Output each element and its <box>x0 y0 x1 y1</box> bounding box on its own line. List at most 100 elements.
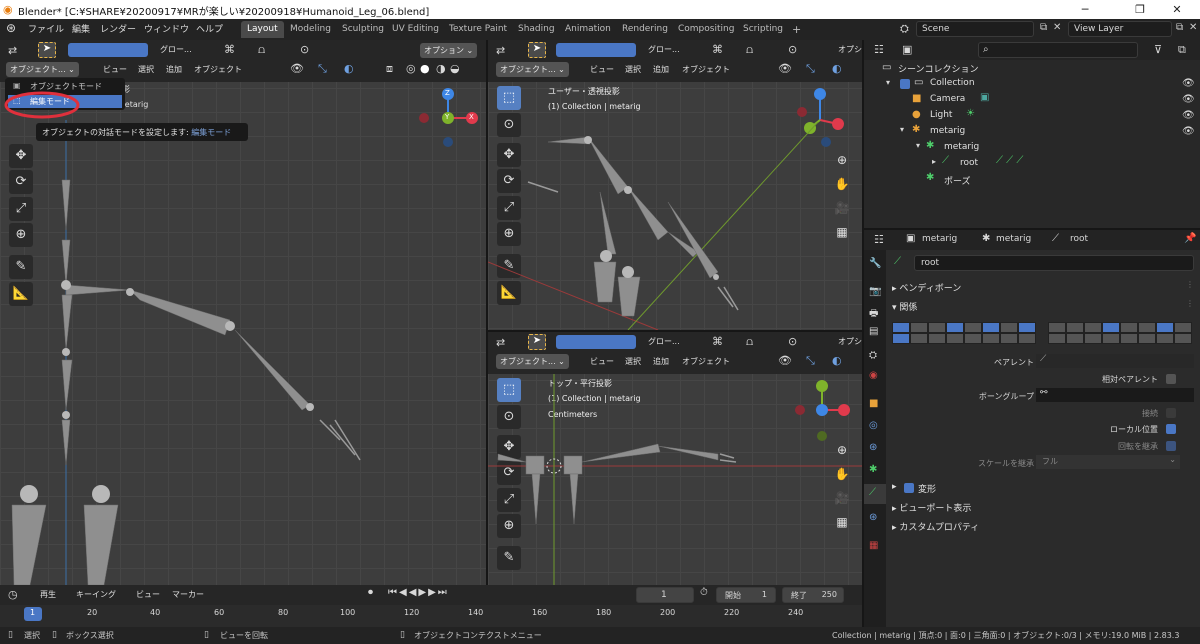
section-transform[interactable]: ▸ <box>892 482 897 492</box>
scene-tab-icon[interactable]: ⛭ <box>869 350 877 361</box>
mode-dropdown[interactable]: オブジェクト... ⌄ <box>496 62 569 77</box>
menu-window[interactable]: ウィンドウ <box>144 22 189 35</box>
bone-layer-cell[interactable] <box>892 333 910 344</box>
snap-target-icon[interactable]: ⩍ <box>258 43 265 57</box>
outliner-row-metarig-object[interactable]: metarig <box>930 126 965 136</box>
drag-handle-icon[interactable]: ⋮ <box>1186 299 1194 308</box>
outliner-row-metarig-armature[interactable]: metarig <box>944 142 979 152</box>
left-viewport[interactable]: ⇄ ➤ グロー... ⌘ ⩍ ⊙ オプション ⌄ オブジェクト... ⌄ ビュー… <box>0 40 486 585</box>
render-tab-icon[interactable]: 📷 <box>869 286 881 297</box>
visibility-eye-icon[interactable]: 👁 <box>1182 110 1195 121</box>
solid-shading-icon[interactable]: ● <box>420 62 430 75</box>
bone-layer-cell[interactable] <box>1120 333 1138 344</box>
menu-add[interactable]: 追加 <box>653 64 669 75</box>
overlay-toggle-icon[interactable]: ◐ <box>832 354 842 367</box>
drag-handle-icon[interactable]: ⋮ <box>1186 280 1194 289</box>
options-dropdown[interactable]: オプシ <box>838 44 862 55</box>
display-mode-icon[interactable]: ▣ <box>902 43 912 56</box>
gizmo-toggle-icon[interactable]: ⤡ <box>806 62 815 76</box>
section-bendy-bones[interactable]: ▸ ベンディボーン <box>892 281 961 294</box>
constraints-tab-icon[interactable]: ⊛ <box>869 442 877 453</box>
bone-layer-cell[interactable] <box>1138 333 1156 344</box>
bone-layer-cell[interactable] <box>1084 333 1102 344</box>
timeline-menu-marker[interactable]: マーカー <box>172 589 204 600</box>
pin-icon[interactable]: 📌 <box>1184 233 1196 244</box>
close-window-button[interactable]: ✕ <box>1154 0 1200 19</box>
outliner-row-light[interactable]: Light <box>930 110 952 120</box>
current-frame-field[interactable]: 1 <box>636 587 694 603</box>
tab-uv-editing[interactable]: UV Editing <box>386 21 445 38</box>
tab-scripting[interactable]: Scripting <box>737 21 789 38</box>
bone-layer-cell[interactable] <box>1102 322 1120 333</box>
timeline-menu-view[interactable]: ビュー <box>136 589 160 600</box>
expand-armature-icon[interactable]: ▾ <box>916 141 920 150</box>
new-collection-icon[interactable]: ⧉ <box>1178 43 1186 57</box>
expand-metarig-icon[interactable]: ▾ <box>900 125 904 134</box>
bone-layer-cell[interactable] <box>946 322 964 333</box>
outliner-editor-icon[interactable]: ☷ <box>874 43 884 56</box>
bone-layer-cell[interactable] <box>1018 333 1036 344</box>
start-frame-field[interactable]: 開始 1 <box>716 587 776 603</box>
bone-layer-cell[interactable] <box>1018 322 1036 333</box>
view-layer-new-icon[interactable]: ⧉ <box>1176 22 1183 33</box>
select-tool-icon[interactable]: ➤ <box>528 42 546 58</box>
menu-render[interactable]: レンダー <box>100 22 136 35</box>
inherit-scale-dropdown[interactable]: フル ⌄ <box>1036 455 1180 469</box>
tab-texture-paint[interactable]: Texture Paint <box>443 21 513 38</box>
timeline-menu-playback[interactable]: 再生 <box>40 589 56 600</box>
bone-layer-cell[interactable] <box>1084 322 1102 333</box>
bone-layer-cell[interactable] <box>1000 333 1018 344</box>
outliner-row-pose[interactable]: ポーズ <box>944 174 971 187</box>
inherit-rotation-checkbox[interactable] <box>1166 441 1176 451</box>
view-layer-tab-icon[interactable]: ▤ <box>869 326 878 337</box>
local-location-checkbox[interactable] <box>1166 424 1176 434</box>
bone-group-field[interactable]: ⚯ <box>1036 388 1194 402</box>
bone-layer-cell[interactable] <box>910 322 928 333</box>
minimize-button[interactable]: ─ <box>1062 0 1108 19</box>
transform-pivot-icon[interactable]: ⇄ <box>496 44 505 57</box>
menu-view[interactable]: ビュー <box>590 64 614 75</box>
texture-tab-icon[interactable]: ▦ <box>869 540 878 551</box>
overlay-toggle-icon[interactable]: ◐ <box>832 62 842 75</box>
tool-tab-icon[interactable]: 🔧 <box>869 258 881 269</box>
record-icon[interactable]: ⏺ <box>368 587 373 598</box>
xray-icon[interactable]: ⧈ <box>386 62 393 76</box>
bone-layer-cell[interactable] <box>1174 333 1192 344</box>
menu-object[interactable]: オブジェクト <box>682 64 730 75</box>
visibility-icon[interactable]: 👁 <box>778 62 792 75</box>
bone-layer-cell[interactable] <box>1048 333 1066 344</box>
bone-layer-cell[interactable] <box>1066 333 1084 344</box>
bone-layer-cell[interactable] <box>1138 322 1156 333</box>
tab-animation[interactable]: Animation <box>559 21 617 38</box>
scene-new-icon[interactable]: ⧉ <box>1040 22 1047 33</box>
mode-dropdown[interactable]: オブジェクト... ⌄ <box>6 62 79 77</box>
rendered-shading-icon[interactable]: ◒ <box>450 62 460 75</box>
transform-orientation-dropdown[interactable]: グロー... <box>160 44 192 55</box>
bone-layer-cell[interactable] <box>946 333 964 344</box>
object-data-tab-icon[interactable]: ✱ <box>869 464 877 475</box>
menu-object[interactable]: オブジェクト <box>194 64 242 75</box>
outliner-row-collection[interactable]: Collection <box>930 78 975 88</box>
visibility-eye-icon[interactable]: 👁 <box>1182 126 1195 137</box>
menu-add[interactable]: 追加 <box>653 356 669 367</box>
bone-layer-cell[interactable] <box>910 333 928 344</box>
relative-parent-checkbox[interactable] <box>1166 374 1176 384</box>
snap-target-icon[interactable]: ⩍ <box>746 43 753 57</box>
menu-add[interactable]: 追加 <box>166 64 182 75</box>
bone-layer-cell[interactable] <box>1048 322 1066 333</box>
tab-compositing[interactable]: Compositing <box>672 21 740 38</box>
gizmo-toggle-icon[interactable]: ⤡ <box>806 354 815 368</box>
bone-layers-grid-1[interactable] <box>892 322 1037 344</box>
options-dropdown[interactable]: オプション ⌄ <box>420 43 478 58</box>
playback-controls-icon[interactable]: ⏮◀◀▶▶⏭ <box>388 587 449 598</box>
scene-field[interactable]: Scene <box>916 21 1034 37</box>
bone-layer-cell[interactable] <box>928 333 946 344</box>
select-tool-icon[interactable]: ➤ <box>38 42 56 58</box>
filter-icon[interactable]: ⊽ <box>1154 43 1162 56</box>
material-shading-icon[interactable]: ◑ <box>436 62 446 75</box>
snap-icon[interactable]: ⌘ <box>224 43 235 56</box>
timeline-menu-keying[interactable]: キーイング <box>76 589 116 600</box>
view-layer-remove-icon[interactable]: ✕ <box>1189 22 1197 33</box>
right-top-viewport[interactable]: ⇄ ➤ グロー... ⌘ ⩍ ⊙ オプシ オブジェクト... ⌄ ビュー 選択 … <box>488 40 862 330</box>
outliner-scene-collection[interactable]: シーンコレクション <box>898 62 979 75</box>
